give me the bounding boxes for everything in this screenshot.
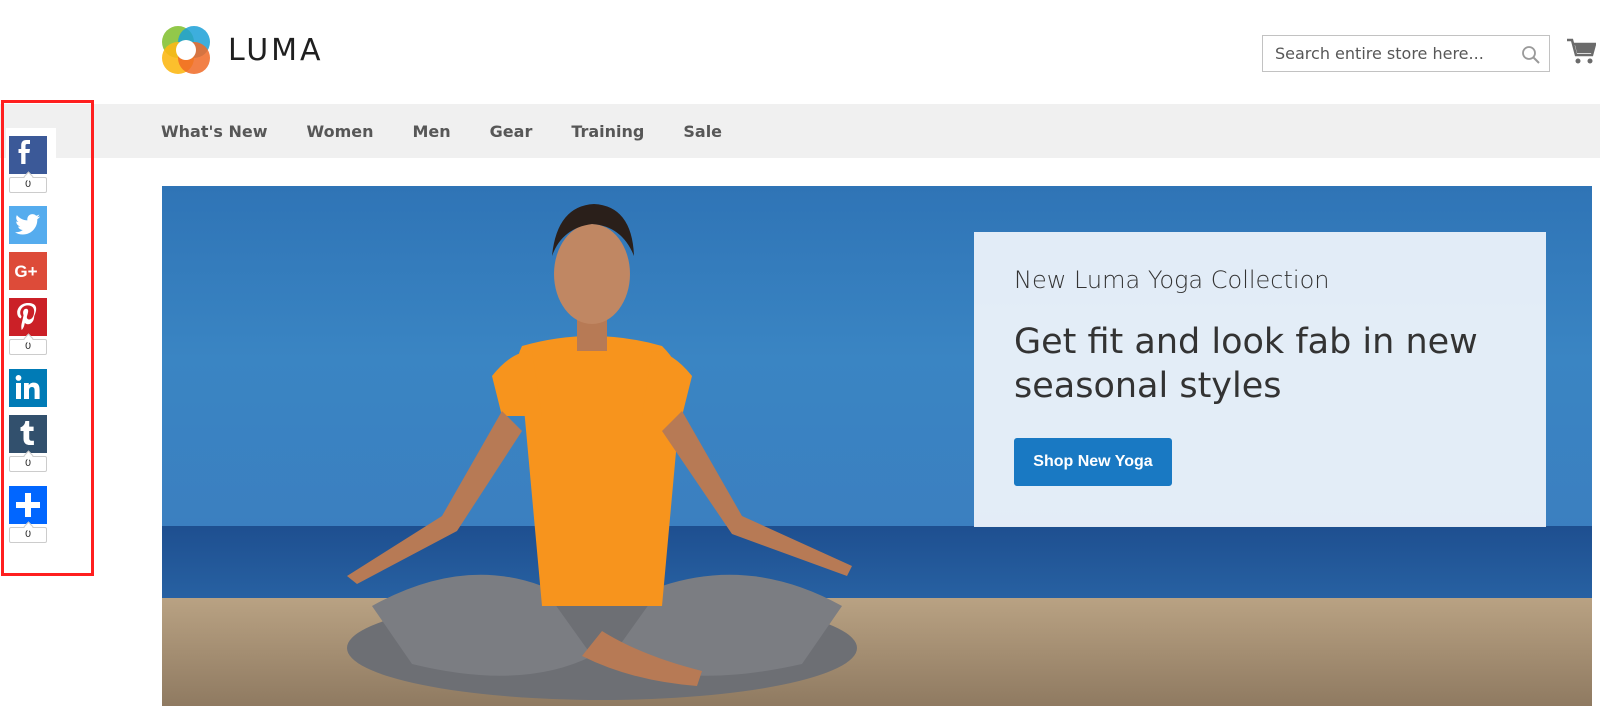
nav-item-training[interactable]: Training (571, 122, 644, 141)
search-icon[interactable] (1521, 45, 1541, 65)
share-facebook-count: 0 (9, 177, 47, 193)
main-nav: What's New Women Men Gear Training Sale (0, 104, 1600, 158)
facebook-icon (18, 140, 30, 164)
search-input[interactable] (1263, 36, 1549, 71)
share-linkedin-button[interactable] (9, 369, 47, 407)
nav-item-men[interactable]: Men (412, 122, 450, 141)
promo-headline: Get fit and look fab in new seasonal sty… (1014, 322, 1478, 406)
promo-card: New Luma Yoga Collection Get fit and loo… (974, 232, 1546, 527)
tumblr-icon (20, 421, 34, 445)
nav-item-what-s-new[interactable]: What's New (161, 122, 268, 141)
share-tumblr-button[interactable] (9, 415, 47, 453)
social-share-bar: 0 G+ 0 0 0 (6, 128, 56, 558)
luma-logo[interactable]: LUMA (160, 24, 324, 76)
linkedin-icon (15, 375, 40, 399)
share-facebook-button[interactable] (9, 136, 47, 174)
nav-item-women[interactable]: Women (307, 122, 374, 141)
cart-icon[interactable] (1566, 36, 1596, 66)
nav-item-sale[interactable]: Sale (683, 122, 722, 141)
share-pinterest-button[interactable] (9, 298, 47, 336)
share-share-more-count: 0 (9, 527, 47, 543)
brand-name: LUMA (228, 32, 324, 68)
google-plus-icon: G+ (14, 262, 37, 281)
plus-icon (16, 493, 40, 517)
share-share-more-button[interactable] (9, 486, 47, 524)
svg-text:G+: G+ (14, 262, 37, 281)
share-tumblr-count: 0 (9, 456, 47, 472)
luma-logo-icon (162, 26, 210, 74)
share-pinterest-count: 0 (9, 339, 47, 355)
search-box (1262, 35, 1550, 72)
share-google-plus-button[interactable]: G+ (9, 252, 47, 290)
twitter-icon (15, 214, 40, 235)
share-twitter-button[interactable] (9, 206, 47, 244)
shop-new-yoga-button[interactable]: Shop New Yoga (1014, 438, 1172, 486)
hero-banner[interactable]: New Luma Yoga Collection Get fit and loo… (162, 186, 1592, 706)
promo-subtitle: New Luma Yoga Collection (1014, 266, 1330, 294)
nav-list: What's New Women Men Gear Training Sale (161, 104, 761, 158)
pinterest-icon (17, 303, 37, 330)
nav-item-gear[interactable]: Gear (490, 122, 533, 141)
